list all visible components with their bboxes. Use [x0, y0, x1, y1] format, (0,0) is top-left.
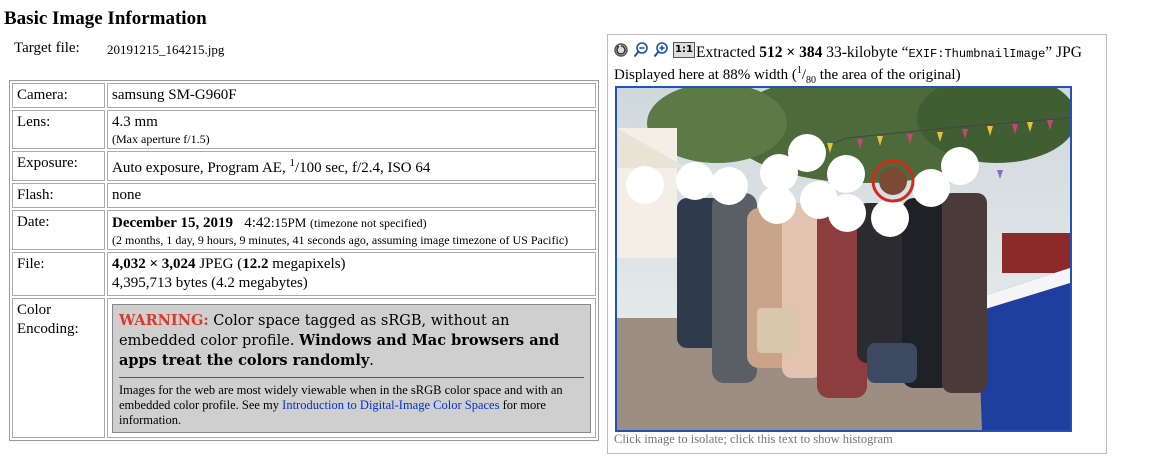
date-cell: December 15, 2019 4:42:15PM (timezone no… [107, 210, 596, 250]
warning-box: WARNING: Color space tagged as sRGB, wit… [112, 304, 591, 433]
file-bytes: 4,395,713 bytes (4.2 megabytes) [112, 275, 308, 291]
exposure-pre: Auto exposure, Program AE, [112, 160, 290, 176]
camera-value: samsung SM-G960F [107, 83, 596, 108]
time-seconds: :15PM [270, 215, 307, 230]
zoom-out-icon[interactable] [633, 42, 649, 58]
file-label: File: [12, 252, 105, 296]
extracted-dims: 512 × 384 [759, 44, 823, 61]
color-spaces-link[interactable]: Introduction to Digital-Image Color Spac… [282, 398, 499, 412]
extracted-mid: 33-kilobyte “ [822, 44, 909, 61]
histogram-caption[interactable]: Click image to isolate; click this text … [614, 432, 893, 447]
warning-word: WARNING: [119, 312, 209, 329]
table-row: Camera: samsung SM-G960F [12, 83, 596, 108]
file-cell: 4,032 × 3,024 JPEG (12.2 megapixels) 4,3… [107, 252, 596, 296]
thumbnail-image[interactable] [615, 86, 1072, 432]
displayed-pre: Displayed here at 88% width ( [614, 67, 797, 83]
extracted-post: ” JPG [1045, 44, 1082, 61]
actual-size-icon[interactable]: 1:1 [673, 42, 695, 58]
lens-value: 4.3 mm [112, 114, 158, 130]
file-format: JPEG ( [195, 256, 243, 272]
table-row: File: 4,032 × 3,024 JPEG (12.2 megapixel… [12, 252, 596, 296]
time-value: 4:42 [244, 215, 271, 231]
date-label: Date: [12, 210, 105, 250]
exposure-cell: Auto exposure, Program AE, 1/100 sec, f/… [107, 151, 596, 181]
info-table: Camera: samsung SM-G960F Lens: 4.3 mm (M… [9, 80, 599, 441]
rotate-icon[interactable] [613, 42, 629, 58]
displayed-post: the area of the original) [816, 67, 961, 83]
camera-label: Camera: [12, 83, 105, 108]
table-row: Exposure: Auto exposure, Program AE, 1/1… [12, 151, 596, 181]
file-dimensions: 4,032 × 3,024 [112, 256, 196, 272]
date-ago: (2 months, 1 day, 9 hours, 9 minutes, 41… [112, 233, 569, 247]
color-encoding-cell: WARNING: Color space tagged as sRGB, wit… [107, 298, 596, 438]
lens-note: (Max aperture f/1.5) [112, 132, 210, 146]
thumbnail-toolbar: 1:1 [613, 42, 695, 58]
group-photo-illustration [617, 88, 1070, 430]
lens-cell: 4.3 mm (Max aperture f/1.5) [107, 110, 596, 149]
extracted-pre: Extracted [696, 44, 760, 61]
color-encoding-label: Color Encoding: [12, 298, 105, 438]
exposure-label: Exposure: [12, 151, 105, 181]
thumbnail-panel: 1:1 Extracted 512 × 384 33-kilobyte “EXI… [607, 34, 1107, 454]
warning-end: . [369, 353, 374, 369]
timezone-note: (timezone not specified) [310, 216, 427, 230]
lens-label: Lens: [12, 110, 105, 149]
zoom-in-icon[interactable] [653, 42, 669, 58]
warning-text: WARNING: Color space tagged as sRGB, wit… [119, 311, 584, 371]
table-row: Color Encoding: WARNING: Color space tag… [12, 298, 596, 438]
exposure-rest: /100 sec, f/2.4, ISO 64 [294, 160, 431, 176]
page-title: Basic Image Information [4, 8, 207, 29]
flash-label: Flash: [12, 183, 105, 208]
fraction-numerator: 1 [796, 65, 802, 76]
target-file-label: Target file: [14, 40, 80, 56]
warning-note: Images for the web are most widely viewa… [119, 377, 584, 428]
flash-value: none [107, 183, 596, 208]
extracted-tag: EXIF:ThumbnailImage [908, 47, 1046, 61]
file-megapixels: 12.2 [242, 256, 269, 272]
extracted-info: Extracted 512 × 384 33-kilobyte “EXIF:Th… [696, 44, 1082, 62]
table-row: Date: December 15, 2019 4:42:15PM (timez… [12, 210, 596, 250]
table-row: Lens: 4.3 mm (Max aperture f/1.5) [12, 110, 596, 149]
fraction-denominator: 80 [806, 75, 817, 86]
date-value: December 15, 2019 [112, 215, 233, 231]
target-file-value: 20191215_164215.jpg [107, 42, 225, 57]
displayed-info: Displayed here at 88% width (1/80 the ar… [614, 65, 961, 86]
file-mp-suffix: megapixels) [268, 256, 346, 272]
table-row: Flash: none [12, 183, 596, 208]
